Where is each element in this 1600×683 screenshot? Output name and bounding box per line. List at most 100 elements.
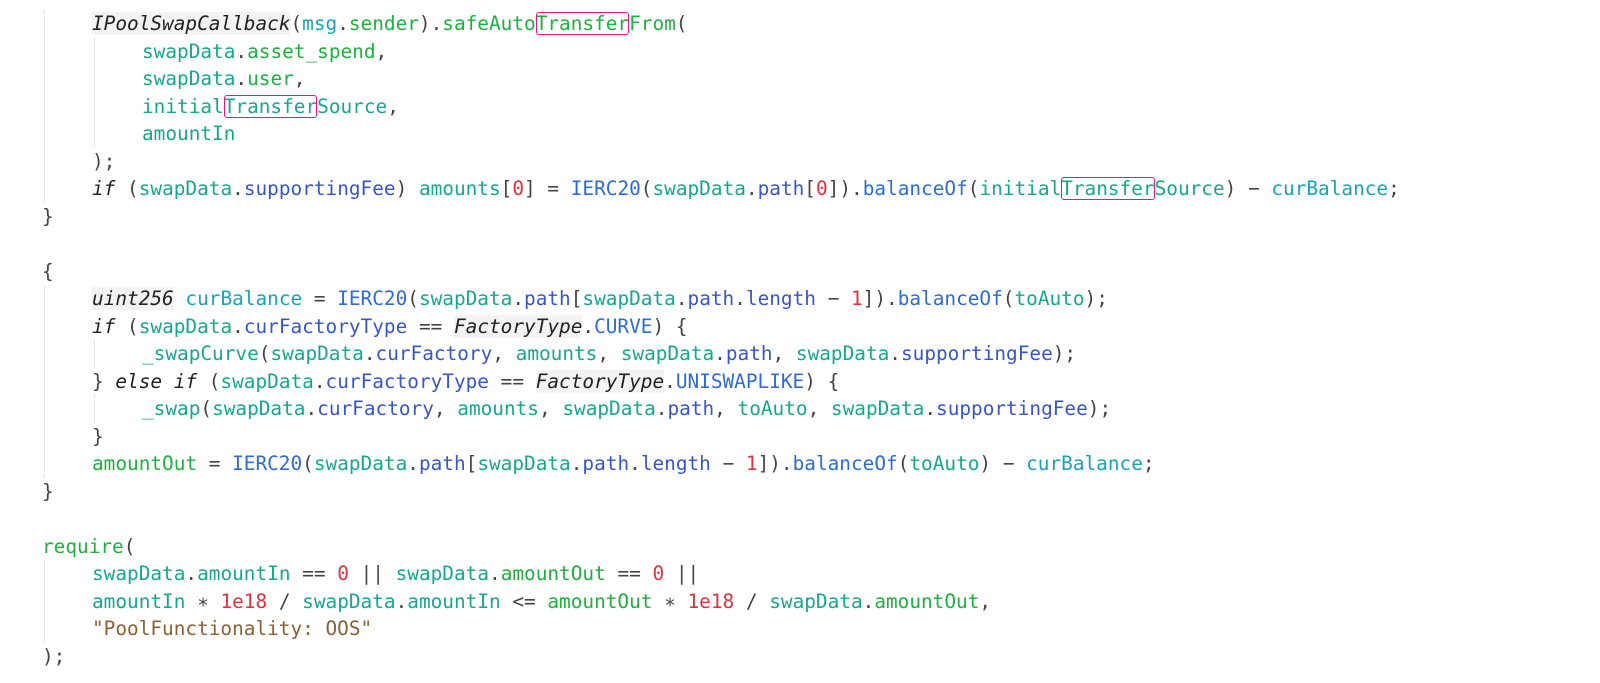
code-token: 1e18 bbox=[687, 589, 735, 613]
code-token: FactoryType bbox=[453, 314, 583, 338]
code-line[interactable]: amountOut = IERC20(swapData.path[swapDat… bbox=[42, 450, 1400, 478]
code-token: ( bbox=[897, 452, 910, 475]
code-token: UNISWAPLIKE bbox=[675, 369, 805, 393]
code-token: amounts bbox=[418, 177, 501, 200]
code-token: . bbox=[235, 39, 248, 63]
code-token: = bbox=[197, 452, 233, 475]
code-token: swapData bbox=[142, 67, 236, 90]
code-token: swapData bbox=[562, 397, 656, 420]
code-token: swapData bbox=[418, 287, 513, 310]
code-token: swapData bbox=[477, 452, 571, 475]
code-token: [ bbox=[465, 452, 478, 475]
code-token: ( bbox=[640, 177, 653, 200]
code-token: ) { bbox=[652, 314, 688, 338]
code-token: , bbox=[387, 94, 399, 118]
code-token: length bbox=[745, 287, 816, 310]
code-token: curBalance bbox=[1271, 177, 1389, 200]
code-token: swapData bbox=[582, 287, 676, 310]
code-token: . bbox=[582, 314, 595, 338]
code-token: . bbox=[512, 287, 525, 310]
code-token: path bbox=[757, 177, 805, 200]
code-line[interactable]: } else if (swapData.curFactoryType == Fa… bbox=[42, 368, 1400, 396]
code-token: swapData bbox=[830, 397, 925, 420]
code-token: , bbox=[772, 342, 796, 365]
indent-guide bbox=[94, 340, 95, 368]
code-token: amounts bbox=[457, 397, 539, 420]
code-line[interactable]: swapData.amountIn == 0 || swapData.amoun… bbox=[42, 560, 1400, 588]
code-line[interactable]: amountIn bbox=[42, 120, 1400, 148]
code-token: ∗ bbox=[652, 589, 688, 613]
code-line[interactable]: IPoolSwapCallback(msg.sender).safeAutoTr… bbox=[42, 10, 1400, 38]
code-token: . bbox=[734, 287, 746, 310]
code-view[interactable]: IPoolSwapCallback(msg.sender).safeAutoTr… bbox=[42, 10, 1400, 670]
code-line[interactable]: "PoolFunctionality: OOS" bbox=[42, 615, 1400, 643]
code-token: swapData bbox=[313, 452, 408, 475]
code-token: supportingFee bbox=[936, 397, 1088, 420]
code-editor[interactable]: IPoolSwapCallback(msg.sender).safeAutoTr… bbox=[0, 0, 1600, 683]
code-token: ]). bbox=[827, 177, 863, 200]
code-line[interactable] bbox=[42, 230, 1400, 258]
code-token: swapData bbox=[302, 589, 396, 613]
code-line[interactable]: _swap(swapData.curFactory, amounts, swap… bbox=[42, 395, 1400, 423]
code-token: swapData bbox=[142, 39, 236, 63]
code-token: swapData bbox=[769, 589, 863, 613]
code-line[interactable]: _swapCurve(swapData.curFactory, amounts,… bbox=[42, 340, 1400, 368]
code-token: { bbox=[42, 259, 54, 283]
code-token: IERC20 bbox=[337, 287, 408, 310]
code-line[interactable]: } bbox=[42, 478, 1400, 506]
code-line[interactable]: swapData.user, bbox=[42, 65, 1400, 93]
code-line[interactable]: uint256 curBalance = IERC20(swapData.pat… bbox=[42, 285, 1400, 313]
code-token: FactoryType bbox=[535, 369, 665, 393]
code-token: == bbox=[407, 314, 454, 338]
code-token: curBalance bbox=[185, 287, 303, 310]
code-token: swapData bbox=[395, 562, 489, 585]
code-token: . bbox=[235, 67, 248, 90]
code-token: ( bbox=[197, 369, 221, 393]
code-token: } bbox=[92, 424, 104, 448]
code-token: balanceOf bbox=[897, 287, 1003, 310]
code-token: ] = bbox=[524, 177, 571, 200]
code-token: ) { bbox=[804, 369, 840, 393]
code-token: amountIn bbox=[92, 589, 186, 613]
code-line[interactable]: ); bbox=[42, 148, 1400, 176]
code-line[interactable]: if (swapData.supportingFee) amounts[0] =… bbox=[42, 175, 1400, 203]
code-token: ); bbox=[92, 149, 116, 173]
code-token: amountIn bbox=[197, 562, 291, 585]
code-token: sender bbox=[348, 12, 419, 35]
code-line[interactable]: require( bbox=[42, 533, 1400, 561]
code-line[interactable] bbox=[42, 505, 1400, 533]
search-match-highlight: Transfer bbox=[535, 12, 630, 35]
code-token: ( bbox=[967, 177, 980, 200]
code-token: [ bbox=[570, 287, 583, 310]
code-token: path bbox=[418, 452, 466, 475]
code-token: } bbox=[92, 369, 116, 393]
code-token: else if bbox=[115, 369, 198, 393]
code-token: ( bbox=[407, 287, 419, 310]
code-line[interactable]: } bbox=[42, 423, 1400, 451]
code-line[interactable]: ); bbox=[42, 643, 1400, 671]
code-token: ( bbox=[200, 397, 213, 420]
code-token: uint256 bbox=[92, 287, 174, 310]
code-line[interactable]: if (swapData.curFactoryType == FactoryTy… bbox=[42, 313, 1400, 341]
code-token: swapData bbox=[795, 342, 890, 365]
code-line[interactable]: } bbox=[42, 203, 1400, 231]
code-token: curBalance bbox=[1026, 452, 1143, 475]
indent-guide bbox=[44, 560, 45, 643]
code-token: amountIn bbox=[142, 122, 236, 145]
code-line[interactable]: { bbox=[42, 258, 1400, 286]
code-token: path bbox=[687, 287, 735, 310]
code-token: . bbox=[675, 287, 688, 310]
code-token: . bbox=[232, 314, 244, 338]
code-token: ]). bbox=[757, 452, 793, 475]
indent-guide bbox=[94, 395, 95, 423]
code-line[interactable]: swapData.asset_spend, bbox=[42, 38, 1400, 66]
code-token: , bbox=[807, 397, 831, 420]
code-token: From bbox=[629, 12, 676, 35]
code-token: = bbox=[302, 287, 338, 310]
code-token: . bbox=[305, 397, 318, 420]
code-line[interactable]: amountIn ∗ 1e18 / swapData.amountIn <= a… bbox=[42, 588, 1400, 616]
code-token: IPoolSwapCallback bbox=[92, 12, 291, 35]
code-token: IERC20 bbox=[570, 177, 641, 200]
code-token: || bbox=[348, 562, 396, 585]
code-line[interactable]: initialTransferSource, bbox=[42, 93, 1400, 121]
